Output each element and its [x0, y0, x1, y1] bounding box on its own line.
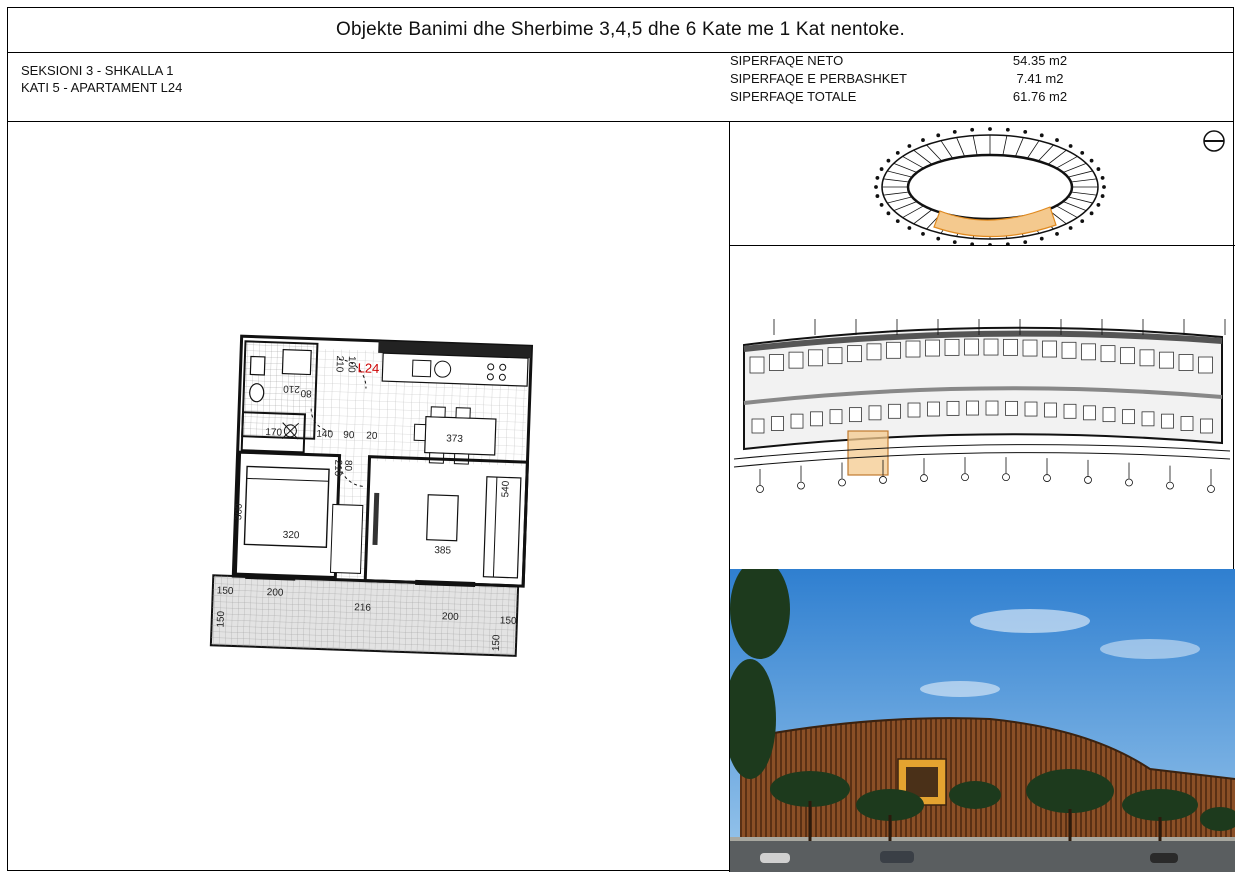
area-table: SIPERFAQE NETO 54.35 m2 SIPERFAQE E PERB… — [730, 52, 1150, 106]
dim-label: 216 — [354, 602, 371, 614]
section-label: SEKSIONI 3 - SHKALLA 1 — [21, 63, 174, 78]
dim-label: 20 — [366, 431, 378, 442]
floor-plan-panel: 100 210 210 80 L24 170 140 90 20 373 80 … — [8, 121, 730, 872]
floor-unit-label: KATI 5 - APARTAMENT L24 — [21, 80, 183, 95]
highlighted-section — [933, 206, 1057, 238]
area-label: SIPERFAQE E PERBASHKET — [730, 71, 907, 86]
dim-label: 90 — [343, 430, 355, 441]
dim-label: 170 — [265, 427, 282, 439]
coffee-table — [426, 494, 459, 542]
dim-label: 210 — [283, 383, 300, 395]
section-floor-plan — [733, 319, 1231, 493]
car — [880, 851, 914, 863]
car — [760, 853, 790, 863]
dim-label: 320 — [283, 530, 300, 542]
dim-label: 373 — [446, 433, 463, 445]
dim-label: 300 — [233, 503, 245, 520]
kitchen-counter — [381, 352, 529, 387]
dim-label: 200 — [267, 587, 284, 599]
info-bar: SEKSIONI 3 - SHKALLA 1 KATI 5 - APARTAME… — [8, 52, 1233, 122]
key-plan — [874, 127, 1225, 245]
dim-label: 150 — [491, 634, 503, 651]
dim-label: 385 — [434, 545, 451, 557]
dim-label: 150 — [215, 610, 227, 627]
highlighted-apartment — [847, 430, 889, 476]
toilet — [249, 383, 265, 403]
sheet-title: Objekte Banimi dhe Sherbime 3,4,5 dhe 6 … — [335, 19, 906, 40]
title-bar: Objekte Banimi dhe Sherbime 3,4,5 dhe 6 … — [8, 8, 1233, 53]
dim-label: 150 — [217, 585, 234, 597]
dim-label: 200 — [442, 611, 459, 623]
area-value: 54.35 m2 — [1012, 53, 1068, 68]
area-row: SIPERFAQE TOTALE 61.76 m2 — [730, 88, 1150, 106]
dim-label: 100 — [345, 356, 357, 373]
building-render — [730, 569, 1235, 872]
area-row: SIPERFAQE NETO 54.35 m2 — [730, 52, 1150, 70]
dim-label: 210 — [333, 355, 345, 372]
dim-label: 140 — [316, 429, 333, 441]
shower-tray — [281, 348, 312, 376]
dim-label: 210 — [332, 459, 344, 476]
apartment-info: SEKSIONI 3 - SHKALLA 1 KATI 5 - APARTAME… — [21, 62, 182, 96]
render-image — [730, 569, 1235, 872]
floor-section-panel — [730, 245, 1235, 570]
area-value: 7.41 m2 — [1016, 71, 1064, 86]
dim-label: 150 — [500, 615, 517, 627]
unit-label: L24 — [357, 360, 379, 376]
dim-label: 540 — [500, 480, 512, 497]
washbasin — [249, 355, 266, 376]
apartment-plan: 100 210 210 80 L24 170 140 90 20 373 80 … — [209, 334, 534, 657]
key-plan-panel — [730, 121, 1235, 246]
drawing-sheet: Objekte Banimi dhe Sherbime 3,4,5 dhe 6 … — [7, 7, 1235, 872]
car — [1150, 853, 1178, 863]
dim-label: 80 — [300, 387, 312, 398]
area-label: SIPERFAQE NETO — [730, 53, 844, 68]
area-row: SIPERFAQE E PERBASHKET 7.41 m2 — [730, 70, 1150, 88]
area-label: SIPERFAQE TOTALE — [730, 89, 857, 104]
area-value: 61.76 m2 — [1012, 89, 1068, 104]
